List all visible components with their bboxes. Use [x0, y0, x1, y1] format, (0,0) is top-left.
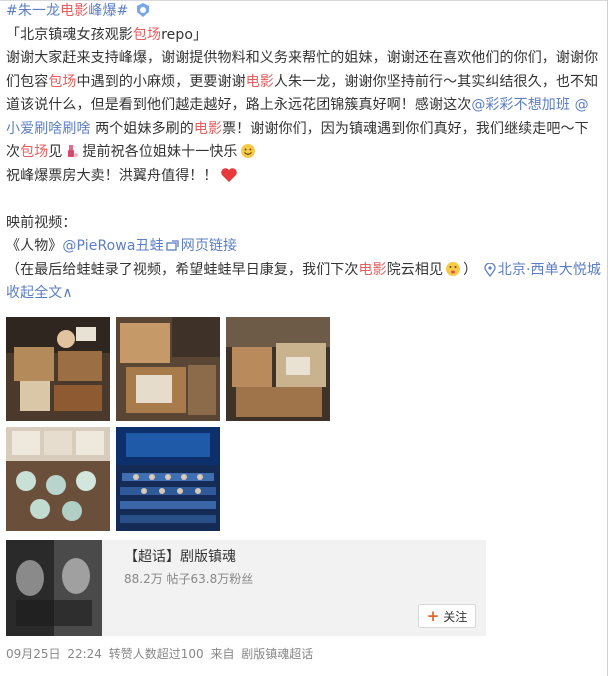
super-topic-card[interactable]: 【超话】剧版镇魂 88.2万 帖子63.8万粉丝 + 关注 — [6, 540, 486, 636]
mention-link-xiaoai[interactable]: 小爱刷啥刷啥 — [6, 121, 91, 137]
post-title: 「北京镇魂女孩观影包场repo」 — [6, 26, 208, 43]
follow-button[interactable]: + 关注 — [418, 604, 476, 628]
super-topic-stats: 88.2万 帖子63.8万粉丝 — [124, 572, 254, 586]
post-body: #朱一龙电影峰爆# 「北京镇魂女孩观影包场repo」 谢谢大家赶来支持峰爆，谢谢… — [6, 0, 601, 306]
post-text-line-8: 祝峰爆票房大卖！洪翼舟值得！！ — [6, 165, 598, 189]
post-text-line-4: 们包容包场中遇到的小麻烦，更要谢谢电影人朱一龙，谢谢你坚持前行～其实纠结很久，也… — [6, 73, 599, 90]
red-heart-emoji-icon — [220, 167, 238, 192]
location-pin-icon — [484, 261, 496, 286]
topic-line: #朱一龙电影峰爆# — [6, 0, 598, 24]
badge-icon — [135, 2, 151, 27]
post-footer-meta: 09月25日 22:24 转赞人数超过100 来自 剧版镇魂超话 — [6, 647, 314, 661]
post-text-line-5: 道该说什么，但是看到他们越走越好，路上永远花团锦簇真好啊！感谢这次@彩彩不想加班… — [6, 97, 589, 113]
post-text-line-7: 次包场见 提前祝各位姐妹十一快乐 — [6, 141, 598, 165]
post-text-line-11: 《人物》@PieRowa丑蛙 网页链接 — [6, 235, 598, 259]
topic-hashtag-link[interactable]: #朱一龙电影峰爆# — [6, 3, 128, 19]
gallery-photo-1[interactable] — [6, 317, 110, 421]
shushing-face-emoji-icon — [445, 261, 461, 286]
post-text-line-12: （在最后给蛙蛙录了视频，希望蛙蛙早日康复，我们下次电影院云相见） 北京·西单大悦… — [6, 259, 601, 286]
post-text-line-3: 谢谢大家赶来支持峰爆，谢谢提供物料和义务来帮忙的姐妹，谢谢还在喜欢他们的你们，谢… — [6, 50, 599, 66]
gallery-photo-5[interactable] — [116, 427, 220, 531]
post-text-line-6: 小爱刷啥刷啥 两个姐妹多刷的电影票！谢谢你们，因为镇魂遇到你们真好，我们继续走吧… — [6, 120, 589, 137]
grinning-face-emoji-icon — [240, 143, 256, 168]
link-icon — [166, 238, 179, 262]
nail-polish-emoji-icon — [64, 143, 80, 168]
photo-gallery — [6, 317, 336, 533]
mention-link-pierowa[interactable]: @PieRowa丑蛙 — [62, 238, 163, 254]
super-topic-title[interactable]: 【超话】剧版镇魂 — [124, 546, 236, 566]
post-text-line-10: 映前视频： — [6, 214, 77, 231]
gallery-photo-3[interactable] — [226, 317, 330, 421]
gallery-photo-2[interactable] — [116, 317, 220, 421]
mention-link-caicai[interactable]: @彩彩不想加班 — [471, 97, 570, 113]
gallery-photo-4[interactable] — [6, 427, 110, 531]
plus-icon: + — [426, 607, 440, 625]
mention-link-xiaoai-at[interactable]: @ — [575, 97, 589, 113]
web-link[interactable]: 网页链接 — [164, 238, 237, 254]
location-link[interactable]: 北京·西单大悦城 — [482, 262, 601, 278]
super-topic-poster — [6, 540, 102, 636]
collapse-full-text-link[interactable]: 收起全文∧ — [6, 282, 598, 306]
